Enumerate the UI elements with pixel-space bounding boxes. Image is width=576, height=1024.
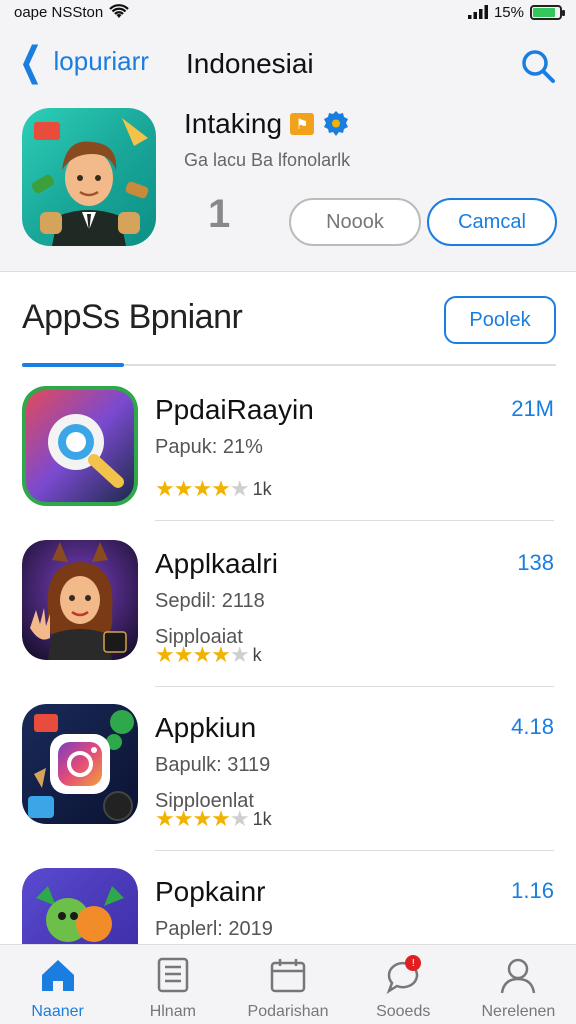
star-icon: ★★★★ [155, 476, 231, 501]
verified-badge-icon [324, 111, 349, 136]
section-action-button[interactable]: Poolek [444, 296, 556, 344]
star-empty-icon: ★ [229, 476, 250, 501]
app-name: PpdaiRaayin [155, 394, 314, 425]
featured-app-subtitle: Ga lacu Ba lfonolarlk [184, 150, 351, 170]
tab-calendar[interactable]: Podarishan [230, 945, 345, 1024]
rating-count: 1k [252, 808, 272, 829]
back-label: lopuriarr [53, 46, 149, 76]
wifi-icon [109, 4, 130, 18]
app-icon-camera [22, 704, 138, 824]
app-name: Applkaalri [155, 548, 278, 579]
app-meta: Sepdil: 2118 [155, 590, 265, 612]
tab-label: Nerelenen [481, 1003, 556, 1020]
status-bar: oape NSSton 15% [0, 0, 576, 24]
app-name: Appkiun [155, 712, 257, 743]
star-rating: ★★★★ ★ 1k [155, 806, 272, 832]
star-empty-icon: ★ [229, 806, 250, 831]
tab-list[interactable]: Hlnam [115, 945, 230, 1024]
star-rating: ★★★★ ★ k [155, 642, 262, 668]
featured-app-card: Intaking ⚑ Ga lacu Ba lfonolarlk 1 Noook… [0, 104, 576, 272]
tab-chat[interactable]: ! Sooeds [346, 945, 461, 1024]
back-button[interactable]: ❮ lopuriarr [14, 39, 149, 84]
cancel-button[interactable]: Camcal [427, 198, 557, 246]
tab-home[interactable]: Naaner [0, 945, 115, 1024]
app-size: 4.18 [511, 714, 554, 739]
section-title: AppSs Bpnianr [22, 298, 243, 336]
chat-icon-wrap: ! [383, 955, 423, 995]
tab-label: Hlnam [149, 1003, 196, 1020]
app-size: 1.16 [511, 878, 554, 903]
app-name: Popkainr [155, 876, 266, 907]
tab-label: Naaner [31, 1003, 84, 1020]
list-item[interactable]: Applkaalri 138 Sepdil: 2118 Sipploaiat ★… [0, 540, 576, 705]
avatar-illustration [31, 118, 149, 246]
row-divider [155, 686, 554, 687]
featured-app-icon[interactable] [22, 108, 156, 246]
status-left: oape NSSton [14, 3, 130, 21]
rating-count: k [252, 644, 262, 665]
featured-rank-number: 1 [208, 192, 231, 236]
list-item[interactable]: Popkainr 1.16 Paplerl: 2019 [0, 868, 576, 944]
tab-bar: Naaner Hlnam Podarishan ! Sooeds Nerelen… [0, 944, 576, 1024]
home-icon [41, 960, 74, 991]
app-icon-game [22, 868, 138, 944]
calendar-icon [270, 959, 306, 993]
app-icon-character [22, 540, 138, 660]
app-meta: Papuk: 21% [155, 436, 263, 458]
list-icon [157, 957, 189, 993]
page-title: Indonesiai [186, 48, 314, 79]
star-rating: ★★★★ ★ 1k [155, 476, 272, 502]
battery-percent: 15% [493, 3, 524, 21]
row-divider [155, 520, 554, 521]
featured-app-name: Intaking [184, 108, 283, 139]
search-icon[interactable] [518, 46, 558, 86]
secondary-action-button[interactable]: Noook [289, 198, 421, 246]
section-tab-indicator [22, 363, 124, 367]
star-icon: ★★★★ [155, 642, 231, 667]
rating-count: 1k [252, 478, 272, 499]
flag-icon: ⚑ [290, 113, 315, 135]
app-size: 21M [511, 396, 554, 421]
star-icon: ★★★★ [155, 806, 231, 831]
featured-name-row: Intaking ⚑ [184, 108, 350, 140]
signal-icon [467, 5, 488, 19]
tab-profile[interactable]: Nerelenen [461, 945, 576, 1024]
star-empty-icon: ★ [229, 642, 250, 667]
list-item[interactable]: Appkiun 4.18 Bapulk: 3119 Sipploenlat ★★… [0, 704, 576, 869]
app-meta: Bapulk: 3119 [155, 754, 271, 776]
carrier-text: oape NSSton [14, 3, 104, 21]
profile-icon [501, 958, 536, 994]
chevron-left-icon: ❮ [19, 39, 43, 84]
app-meta: Paplerl: 2019 [155, 918, 273, 940]
tab-label: Sooeds [376, 1003, 431, 1020]
battery-fill [533, 7, 556, 17]
tab-label: Podarishan [247, 1003, 329, 1020]
nav-header: ❮ lopuriarr Indonesiai [0, 24, 576, 104]
battery-icon [530, 4, 565, 20]
list-item[interactable]: PpdaiRaayin 21M Papuk: 21% ★★★★ ★ 1k [0, 386, 576, 551]
app-icon-search [22, 386, 138, 506]
app-size: 138 [517, 550, 554, 575]
row-divider [155, 850, 554, 851]
status-right: 15% [467, 3, 565, 21]
